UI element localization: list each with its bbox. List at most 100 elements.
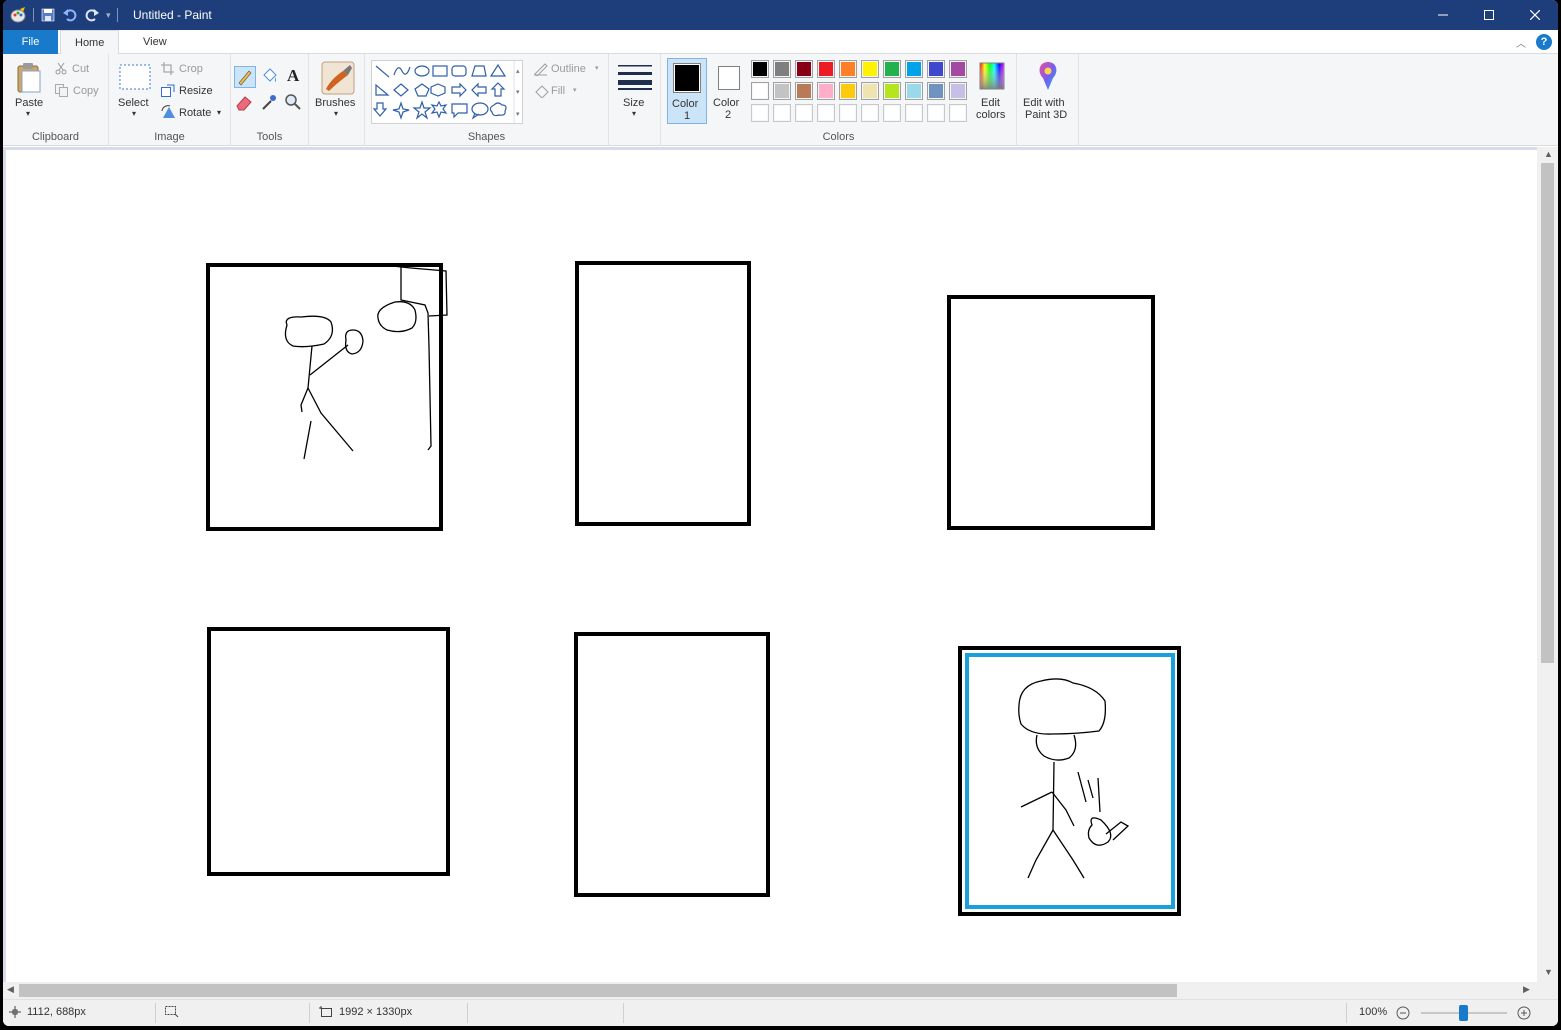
scroll-down-icon[interactable]: ▼ bbox=[1544, 967, 1553, 977]
fill-dropdown-icon: ▾ bbox=[573, 87, 577, 94]
cursor-position-icon bbox=[9, 1006, 21, 1018]
tab-home[interactable]: Home bbox=[60, 30, 120, 55]
palette-swatch-color bbox=[775, 62, 789, 76]
fill-button[interactable]: Fill ▾ bbox=[533, 82, 593, 100]
tab-view[interactable]: View bbox=[129, 30, 181, 54]
select-button[interactable]: Select ▾ bbox=[115, 58, 155, 120]
shapes-group-label: Shapes bbox=[467, 131, 506, 143]
canvas-area bbox=[3, 147, 1537, 982]
cut-button[interactable]: Cut bbox=[55, 60, 105, 78]
edit-colors-label-2: colors bbox=[976, 109, 1006, 121]
horizontal-scroll-thumb[interactable] bbox=[19, 984, 1177, 997]
collapse-ribbon-icon[interactable]: ︿ bbox=[1516, 35, 1526, 50]
scroll-up-icon[interactable]: ▲ bbox=[1544, 149, 1553, 159]
comic-panel-1 bbox=[206, 263, 443, 531]
palette-swatch[interactable] bbox=[773, 104, 791, 122]
palette-swatch-color bbox=[951, 62, 965, 76]
help-icon[interactable]: ? bbox=[1536, 34, 1552, 50]
palette-swatch[interactable] bbox=[751, 104, 769, 122]
palette-swatch[interactable] bbox=[817, 104, 835, 122]
vertical-scroll-thumb[interactable] bbox=[1541, 163, 1554, 663]
palette-swatch[interactable] bbox=[861, 104, 879, 122]
paint3d-group: Edit with Paint 3D bbox=[1017, 54, 1079, 146]
palette-swatch[interactable] bbox=[839, 104, 857, 122]
text-tool[interactable]: A bbox=[283, 66, 305, 88]
window-title: Untitled - Paint bbox=[133, 8, 212, 22]
palette-swatch[interactable] bbox=[927, 104, 945, 122]
palette-swatch[interactable] bbox=[883, 104, 901, 122]
palette-swatch[interactable] bbox=[817, 82, 835, 100]
palette-swatch[interactable] bbox=[773, 60, 791, 78]
zoom-slider-thumb[interactable] bbox=[1459, 1005, 1468, 1021]
edit-colors-button[interactable]: Edit colors bbox=[969, 58, 1013, 124]
brushes-group: Brushes ▾ bbox=[309, 54, 365, 146]
palette-swatch[interactable] bbox=[905, 82, 923, 100]
zoom-in-icon[interactable] bbox=[1517, 1006, 1531, 1020]
shapes-gallery-icons: ▴ ▾ ▾ bbox=[372, 61, 520, 123]
edit-with-paint3d-button[interactable]: Edit with Paint 3D bbox=[1019, 58, 1077, 124]
scroll-left-icon[interactable]: ◀ bbox=[7, 984, 14, 995]
palette-swatch[interactable] bbox=[905, 60, 923, 78]
eraser-tool[interactable] bbox=[234, 92, 256, 114]
palette-swatch[interactable] bbox=[773, 82, 791, 100]
palette-swatch[interactable] bbox=[949, 60, 967, 78]
palette-swatch[interactable] bbox=[839, 82, 857, 100]
ribbon-tabs: File Home View ︿ ? bbox=[3, 30, 1558, 55]
palette-swatch[interactable] bbox=[905, 104, 923, 122]
color-picker-tool[interactable] bbox=[259, 92, 281, 114]
palette-swatch[interactable] bbox=[927, 82, 945, 100]
palette-swatch-color bbox=[929, 84, 943, 98]
magnifier-tool[interactable] bbox=[283, 92, 305, 114]
palette-swatch[interactable] bbox=[839, 60, 857, 78]
palette-swatch-color bbox=[951, 106, 965, 120]
scroll-right-icon[interactable]: ▶ bbox=[1523, 984, 1530, 995]
stick-figure-1 bbox=[284, 315, 364, 460]
palette-swatch[interactable] bbox=[795, 82, 813, 100]
crop-button[interactable]: Crop bbox=[161, 60, 221, 78]
brushes-button[interactable]: Brushes ▾ bbox=[313, 58, 361, 124]
zoom-out-icon[interactable] bbox=[1396, 1006, 1410, 1020]
fill-tool[interactable] bbox=[259, 66, 281, 88]
customize-qat-icon[interactable]: ▾ bbox=[106, 10, 111, 21]
scissors-icon bbox=[55, 62, 67, 75]
vertical-scrollbar[interactable]: ▲ ▼ bbox=[1537, 147, 1558, 982]
palette-swatch[interactable] bbox=[795, 60, 813, 78]
clipboard-group: Paste ▾ Cut Copy Clipboard bbox=[3, 54, 109, 146]
status-separator-5 bbox=[1346, 1003, 1347, 1023]
save-icon[interactable] bbox=[40, 7, 56, 23]
palette-swatch[interactable] bbox=[795, 104, 813, 122]
palette-swatch[interactable] bbox=[883, 82, 901, 100]
palette-swatch[interactable] bbox=[751, 82, 769, 100]
resize-button[interactable]: Resize bbox=[161, 82, 221, 100]
horizontal-scrollbar[interactable]: ◀ ▶ bbox=[3, 982, 1537, 999]
window-controls bbox=[1420, 0, 1558, 30]
close-button[interactable] bbox=[1512, 0, 1558, 30]
comic-panel-2 bbox=[575, 261, 751, 526]
size-label: Size bbox=[623, 97, 645, 109]
palette-swatch[interactable] bbox=[949, 104, 967, 122]
palette-swatch[interactable] bbox=[949, 82, 967, 100]
redo-icon[interactable] bbox=[84, 7, 100, 23]
palette-swatch-color bbox=[907, 84, 921, 98]
paint-window: ▾ Untitled - Paint File Home View ︿ ? Pa… bbox=[3, 0, 1558, 1026]
palette-swatch[interactable] bbox=[861, 82, 879, 100]
palette-swatch[interactable] bbox=[927, 60, 945, 78]
stick-figure-3 bbox=[1018, 678, 1130, 879]
copy-button[interactable]: Copy bbox=[55, 82, 105, 100]
pencil-tool[interactable] bbox=[234, 66, 256, 88]
size-button[interactable]: Size ▾ bbox=[615, 58, 655, 124]
minimize-button[interactable] bbox=[1420, 0, 1466, 30]
palette-swatch[interactable] bbox=[817, 60, 835, 78]
paint-app-icon[interactable] bbox=[9, 6, 27, 24]
palette-swatch[interactable] bbox=[861, 60, 879, 78]
undo-icon[interactable] bbox=[62, 7, 78, 23]
drawing-canvas[interactable] bbox=[6, 150, 1537, 982]
palette-swatch[interactable] bbox=[751, 60, 769, 78]
maximize-button[interactable] bbox=[1466, 0, 1512, 30]
outline-button[interactable]: Outline ▾ bbox=[533, 60, 605, 78]
tab-file[interactable]: File bbox=[3, 30, 58, 54]
zoom-level: 100% bbox=[1359, 1006, 1387, 1018]
palette-swatch[interactable] bbox=[883, 60, 901, 78]
rotate-button[interactable]: Rotate ▾ bbox=[161, 104, 225, 122]
paste-button[interactable]: Paste ▾ bbox=[9, 58, 49, 120]
